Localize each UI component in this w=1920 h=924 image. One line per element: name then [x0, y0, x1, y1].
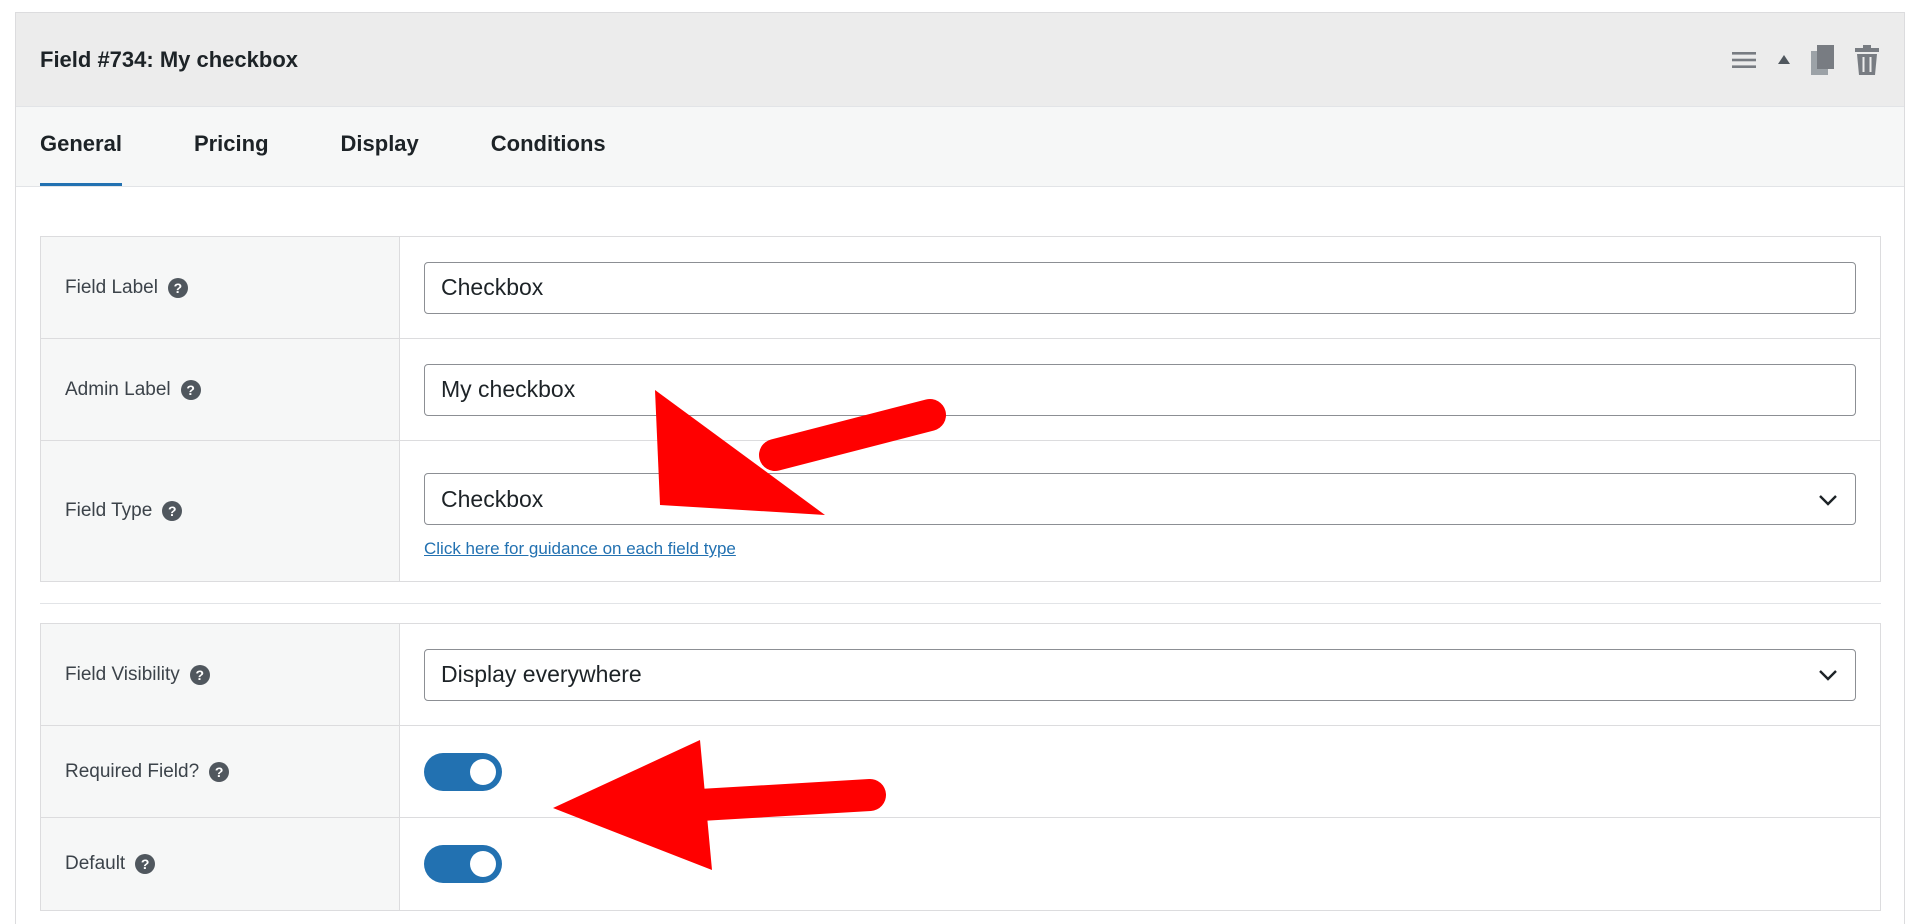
help-icon[interactable]: ?: [180, 379, 201, 400]
duplicate-icon[interactable]: [1810, 44, 1836, 76]
admin-label-input[interactable]: [424, 363, 1856, 416]
header-actions: [1730, 13, 1880, 107]
required-field-cell: [400, 726, 1880, 817]
field-label-caption: Field Label ?: [41, 237, 400, 338]
collapse-arrow-icon[interactable]: [1776, 52, 1792, 68]
tab-display[interactable]: Display: [341, 131, 419, 186]
help-icon[interactable]: ?: [167, 277, 188, 298]
trash-icon[interactable]: [1854, 44, 1880, 76]
admin-label-caption: Admin Label ?: [41, 339, 400, 440]
default-cell: [400, 818, 1880, 910]
field-visibility-value: Display everywhere: [441, 661, 642, 687]
field-label-text: Field Label: [65, 276, 158, 298]
field-visibility-row: Field Visibility ? Display everywhere: [41, 624, 1880, 726]
field-type-value: Checkbox: [441, 485, 544, 512]
field-label-input[interactable]: [424, 261, 1856, 314]
required-field-caption: Required Field? ?: [41, 726, 400, 817]
section-divider: [40, 603, 1881, 604]
menu-icon[interactable]: [1730, 49, 1758, 71]
field-type-caption: Field Type ?: [41, 441, 400, 581]
field-visibility-cell: Display everywhere: [400, 624, 1880, 725]
field-type-guidance-link[interactable]: Click here for guidance on each field ty…: [424, 539, 1856, 559]
help-icon[interactable]: ?: [135, 854, 156, 874]
help-icon[interactable]: ?: [189, 664, 210, 685]
required-field-row: Required Field? ?: [41, 726, 1880, 818]
required-field-text: Required Field?: [65, 760, 200, 782]
tab-bar: General Pricing Display Conditions: [16, 107, 1904, 187]
field-type-row: Field Type ? Checkbox Click here for gui…: [41, 441, 1880, 581]
default-caption: Default ?: [41, 818, 400, 910]
toggle-knob: [470, 758, 496, 785]
default-toggle[interactable]: [424, 845, 502, 883]
tab-conditions[interactable]: Conditions: [491, 131, 606, 186]
tab-pricing[interactable]: Pricing: [194, 131, 269, 186]
chevron-down-icon: [1817, 486, 1839, 513]
help-icon[interactable]: ?: [209, 761, 230, 782]
panel-header: Field #734: My checkbox: [16, 13, 1904, 107]
field-type-cell: Checkbox Click here for guidance on each…: [400, 441, 1880, 581]
admin-label-text: Admin Label: [65, 378, 171, 400]
tab-general[interactable]: General: [40, 131, 122, 186]
chevron-down-icon: [1817, 661, 1839, 688]
field-visibility-select[interactable]: Display everywhere: [424, 648, 1856, 701]
field-label-cell: [400, 237, 1880, 338]
required-field-toggle[interactable]: [424, 752, 502, 791]
field-basics-section: Field Label ? Admin Label ? Field Type ?: [40, 236, 1881, 582]
field-visibility-caption: Field Visibility ?: [41, 624, 400, 725]
field-label-row: Field Label ?: [41, 237, 1880, 339]
default-row: Default ?: [41, 818, 1880, 910]
toggle-knob: [470, 851, 496, 877]
admin-label-row: Admin Label ?: [41, 339, 1880, 441]
help-icon[interactable]: ?: [162, 501, 183, 521]
field-visibility-text: Field Visibility: [65, 663, 180, 685]
field-type-text: Field Type: [65, 500, 153, 521]
panel-title: Field #734: My checkbox: [40, 46, 298, 72]
field-options-section: Field Visibility ? Display everywhere Re…: [40, 623, 1881, 911]
default-text: Default: [65, 853, 126, 874]
field-type-select[interactable]: Checkbox: [424, 473, 1856, 525]
admin-label-cell: [400, 339, 1880, 440]
field-panel: Field #734: My checkbox General Pricing …: [15, 12, 1905, 924]
